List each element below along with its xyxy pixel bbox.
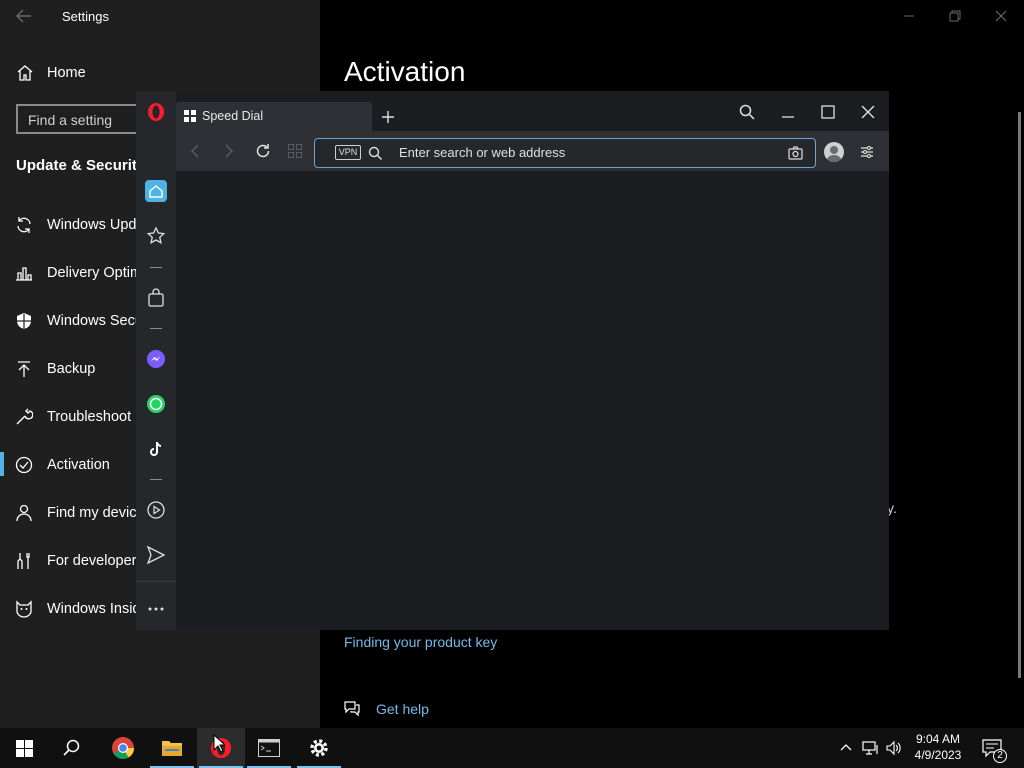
- address-bar[interactable]: VPN Enter search or web address: [314, 138, 816, 168]
- backup-arrow-icon: [15, 360, 33, 378]
- sidebar-divider: [136, 581, 176, 582]
- sidebar-divider: [150, 479, 162, 480]
- profile-avatar-icon[interactable]: [824, 142, 844, 162]
- whatsapp-icon[interactable]: [146, 394, 166, 414]
- taskbar: 9:04 AM 4/9/2023 2: [0, 728, 1024, 768]
- more-icon[interactable]: [147, 599, 165, 619]
- shield-icon: [15, 312, 33, 330]
- restore-icon[interactable]: [948, 10, 962, 22]
- home-link[interactable]: Home: [47, 65, 86, 81]
- get-help-link[interactable]: Get help: [376, 701, 429, 717]
- page-title: Activation: [344, 56, 466, 87]
- terminal-icon[interactable]: [258, 739, 280, 757]
- nav-label: Troubleshoot: [47, 409, 132, 425]
- close-icon[interactable]: [861, 105, 875, 119]
- reload-icon[interactable]: [255, 143, 271, 159]
- mouse-cursor-icon: [213, 734, 225, 753]
- send-icon[interactable]: [146, 545, 166, 565]
- minimize-icon[interactable]: [902, 10, 916, 22]
- tab-speed-dial[interactable]: Speed Dial: [176, 102, 372, 131]
- address-placeholder: Enter search or web address: [399, 145, 566, 160]
- product-key-link[interactable]: Finding your product key: [344, 634, 497, 650]
- maximize-icon[interactable]: [821, 105, 835, 119]
- person-location-icon: [15, 504, 33, 522]
- insider-cat-icon: [15, 600, 33, 618]
- opera-logo-icon[interactable]: [146, 102, 166, 122]
- nav-label: Activation: [47, 457, 110, 473]
- network-icon[interactable]: [862, 740, 880, 756]
- sidebar-divider: [150, 267, 162, 268]
- chrome-icon[interactable]: [111, 736, 135, 760]
- window-title: Settings: [62, 9, 109, 24]
- close-icon[interactable]: [994, 10, 1008, 22]
- camera-icon[interactable]: [788, 146, 803, 160]
- settings-gear-icon[interactable]: [308, 737, 330, 759]
- new-tab-icon[interactable]: [381, 110, 395, 124]
- forward-icon[interactable]: [223, 144, 235, 158]
- back-icon[interactable]: [189, 144, 201, 158]
- bookmark-star-icon[interactable]: [146, 226, 166, 246]
- clock-date: 4/9/2023: [914, 748, 962, 762]
- tiktok-icon[interactable]: [146, 439, 166, 459]
- developer-tools-icon: [15, 552, 33, 570]
- player-icon[interactable]: [146, 500, 166, 520]
- tab-title: Speed Dial: [202, 109, 264, 123]
- opera-taskbar-button[interactable]: [197, 728, 245, 768]
- shopping-bag-icon[interactable]: [147, 288, 165, 308]
- nav-label: For developers: [47, 553, 144, 569]
- search-tabs-icon[interactable]: [739, 104, 755, 120]
- easy-setup-icon[interactable]: [860, 145, 874, 159]
- wrench-icon: [15, 408, 33, 426]
- opera-sidebar: [136, 91, 176, 630]
- home-icon: [16, 64, 34, 82]
- chevron-up-icon[interactable]: [840, 742, 852, 752]
- speed-dial-grid-icon: [184, 110, 196, 122]
- minimize-icon[interactable]: [781, 105, 795, 119]
- check-circle-icon: [15, 456, 33, 474]
- start-windows-icon[interactable]: [16, 740, 33, 757]
- sidebar-divider: [150, 328, 162, 329]
- vpn-badge[interactable]: VPN: [335, 145, 361, 160]
- clock-time: 9:04 AM: [915, 732, 961, 746]
- search-icon: [368, 146, 383, 161]
- nav-label: Find my device: [47, 505, 145, 521]
- scrollbar[interactable]: [1018, 112, 1021, 678]
- search-icon[interactable]: [63, 739, 81, 757]
- sync-icon: [15, 216, 33, 234]
- tab-grid-icon[interactable]: [288, 144, 302, 158]
- home-icon[interactable]: [145, 180, 167, 202]
- notification-count-badge: 2: [993, 749, 1007, 763]
- section-heading: Update & Security: [16, 157, 146, 174]
- opera-browser-window: Speed Dial VPN Enter search or web addre…: [136, 91, 889, 630]
- back-arrow-icon[interactable]: [16, 9, 32, 23]
- delivery-optimization-icon: [15, 264, 33, 282]
- search-placeholder: Find a setting: [28, 112, 113, 128]
- nav-label: Backup: [47, 361, 96, 377]
- clock[interactable]: 9:04 AM 4/9/2023: [908, 731, 968, 763]
- volume-icon[interactable]: [886, 740, 902, 756]
- chat-help-icon: [343, 699, 361, 717]
- messenger-icon[interactable]: [146, 349, 166, 369]
- file-explorer-icon[interactable]: [161, 738, 183, 758]
